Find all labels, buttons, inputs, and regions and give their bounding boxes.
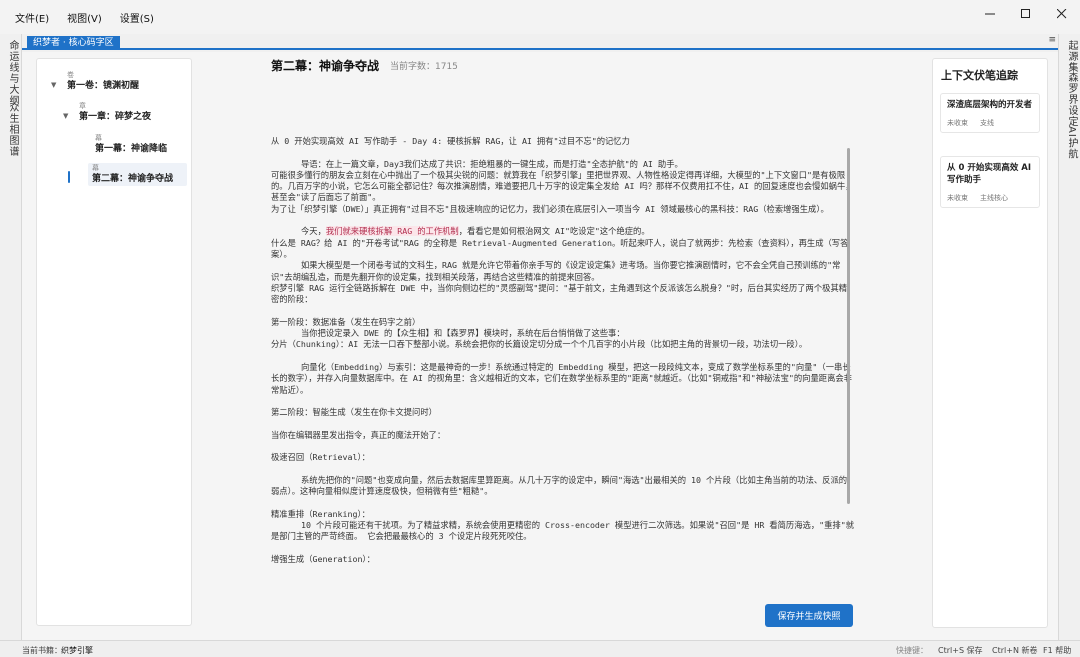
menu-file[interactable]: 文件(E) <box>15 8 49 27</box>
outline-panel: ▼ 卷 第一卷：镜渊初醒 ▼ 章 第一章：碎梦之夜 幕 第一幕：神谕降临 幕 第… <box>36 58 192 626</box>
dock-tab-origins[interactable]: 起源集 <box>1064 40 1079 73</box>
card-type: 主线核心 <box>980 194 1008 202</box>
tab-strip: 织梦者 · 核心码字区 ≡ <box>22 34 1058 50</box>
node-kind: 幕 <box>92 164 99 172</box>
minimize-button[interactable] <box>972 0 1008 28</box>
text-paragraph <box>271 147 854 158</box>
text-run: ，看看它是如何根治网文 AI"吃设定"这个绝症的。 <box>458 226 650 237</box>
text-run: 今天， <box>271 226 326 237</box>
text-paragraph <box>271 543 854 554</box>
editor-scrollbar[interactable] <box>847 148 850 504</box>
workspace: ▼ 卷 第一卷：镜渊初醒 ▼ 章 第一章：碎梦之夜 幕 第一幕：神谕降临 幕 第… <box>22 52 1058 640</box>
card-status: 未收束 <box>947 119 968 127</box>
text-paragraph: 10 个片段可能还有干扰项。为了精益求精，系统会使用更精密的 Cross-enc… <box>271 520 854 542</box>
node-kind: 章 <box>79 102 86 110</box>
collapse-volume-icon[interactable]: ▼ <box>51 81 56 89</box>
outline-scene-2[interactable]: 幕 第二幕：神谕争夺战 <box>88 163 187 186</box>
dock-tab-world[interactable]: 森罗界设定 <box>1064 72 1079 127</box>
foreshadow-card[interactable]: 深渣底层架构的开发者 未收束 支线 <box>940 93 1040 133</box>
close-button[interactable] <box>1044 0 1080 28</box>
card-tags: 未收束 主线核心 <box>947 193 1034 203</box>
text-paragraph: 分片（Chunking）：AI 无法一口吞下整部小说。系统会把你的长篇设定切分成… <box>271 339 808 350</box>
text-paragraph: 精准重排（Reranking）： <box>271 508 370 519</box>
text-paragraph: 为了让「织梦引擎（DWE）」真正拥有"过目不忘"且极速响应的记忆力，我们必须在底… <box>271 203 829 214</box>
text-paragraph: 增强生成（Generation）： <box>271 553 375 564</box>
shortcut-save: Ctrl+S 保存 <box>938 646 983 655</box>
text-paragraph: 系统先把你的"问题"也变成向量，然后去数据库里算距离。从几十万字的设定中，瞬间"… <box>271 474 848 497</box>
text-paragraph: 当你在编辑器里发出指令，真正的魔法开始了： <box>271 429 446 440</box>
outline-chapter[interactable]: 章 第一章：碎梦之夜 <box>79 102 151 123</box>
text-paragraph <box>271 498 854 509</box>
text-paragraph: 极速召回（Retrieval）： <box>271 452 370 463</box>
current-book-label: 当前书籍： <box>22 646 62 655</box>
node-name: 第一章：碎梦之夜 <box>79 112 152 122</box>
text-paragraph <box>271 464 854 475</box>
text-paragraph: 当你把设定录入 DWE 的【众生相】和【森罗界】模块时，系统在后台悄悄做了这些事… <box>271 328 625 339</box>
foreshadow-card[interactable]: 从 0 开始实现高效 AI 写作助手 未收束 主线核心 <box>940 156 1040 208</box>
collapse-chapter-icon[interactable]: ▼ <box>63 112 68 120</box>
text-paragraph: 可能很多懂行的朋友会立刻在心中抛出了一个极其尖锐的问题：就算我在「织梦引擎」里把… <box>271 169 854 203</box>
editor-area: 第二幕：神谕争夺战 当前字数：1715 从 0 开始实现高效 AI 写作助手 -… <box>202 52 928 640</box>
menu-bar: 文件(E) 视图(V) 设置(S) <box>0 8 154 27</box>
chapter-title: 第二幕：神谕争夺战 <box>271 59 380 73</box>
text-paragraph: 导语：在上一篇文章，Day3我们达成了共识：拒绝粗暴的一键生成，而是打造"全态护… <box>271 158 683 169</box>
text-paragraph <box>271 305 854 316</box>
card-title: 深渣底层架构的开发者 <box>947 100 1033 110</box>
context-tracker-panel: 上下文伏笔追踪 深渣底层架构的开发者 未收束 支线 从 0 开始实现高效 AI … <box>932 58 1048 628</box>
text-paragraph: 从 0 开始实现高效 AI 写作助手 - Day 4: 硬核拆解 RAG，让 A… <box>271 136 630 146</box>
dock-tab-characters[interactable]: 众生相图谱 <box>5 102 20 157</box>
word-count: 当前字数：1715 <box>390 62 458 72</box>
shortcut-new: Ctrl+N 新卷 <box>992 646 1038 655</box>
left-dock-rail: 命运线与大纲 众生相图谱 <box>0 34 22 640</box>
node-name: 第一卷：镜渊初醒 <box>67 81 140 91</box>
text-paragraph: 今天，我们就来硬核拆解 RAG 的工作机制，看看它是如何根治网文 AI"吃设定"… <box>271 226 854 237</box>
title-bar: 文件(E) 视图(V) 设置(S) <box>0 0 1080 34</box>
text-paragraph: 如果大模型是一个闭卷考试的文科生，RAG 就是允许它带着你亲手写的《设定设定集》… <box>271 260 841 282</box>
text-paragraph: 织梦引擎 RAG 运行全链路拆解在 DWE 中，当你向侧边栏的"灵感副驾"提问：… <box>271 282 848 305</box>
highlighted-text: 我们就来硬核拆解 RAG 的工作机制 <box>325 226 459 237</box>
tab-core-editor[interactable]: 织梦者 · 核心码字区 <box>27 36 120 50</box>
current-book-name: 织梦引擎 <box>61 646 93 655</box>
text-paragraph <box>271 351 854 362</box>
menu-view[interactable]: 视图(V) <box>67 8 102 27</box>
node-name: 第一幕：神谕降临 <box>95 144 168 154</box>
selection-indicator <box>68 171 70 183</box>
shortcuts-label: 快捷键： <box>896 646 928 655</box>
card-title: 从 0 开始实现高效 AI 写作助手 <box>947 163 1032 185</box>
node-kind: 幕 <box>95 134 102 142</box>
save-snapshot-button[interactable]: 保存并生成快照 <box>765 604 853 627</box>
right-dock-rail: 起源集 森罗界设定 AI护航 <box>1058 34 1080 640</box>
tracker-title: 上下文伏笔追踪 <box>941 69 1018 82</box>
minimize-icon <box>985 13 995 15</box>
dock-tab-ai[interactable]: AI护航 <box>1064 126 1079 160</box>
node-name: 第二幕：神谕争夺战 <box>92 174 174 184</box>
dock-tab-outline[interactable]: 命运线与大纲 <box>5 40 20 106</box>
text-paragraph <box>271 396 854 407</box>
text-paragraph <box>271 215 854 226</box>
outline-volume[interactable]: 卷 第一卷：镜渊初醒 <box>67 71 139 92</box>
shortcut-help: F1 帮助 <box>1043 646 1072 655</box>
maximize-icon <box>1021 9 1030 18</box>
close-icon <box>1057 9 1067 19</box>
card-type: 支线 <box>980 119 994 127</box>
node-kind: 卷 <box>67 71 74 79</box>
text-paragraph: 第二阶段：智能生成（发生在你卡文提问时） <box>271 407 437 418</box>
card-tags: 未收束 支线 <box>947 118 1034 128</box>
status-bar: 当前书籍： 织梦引擎 快捷键： Ctrl+S 保存 Ctrl+N 新卷 F1 帮… <box>0 640 1080 657</box>
card-status: 未收束 <box>947 194 968 202</box>
text-paragraph <box>271 441 854 452</box>
text-paragraph: 向量化（Embedding）与索引：这是最神奇的一步！系统通过特定的 Embed… <box>271 361 852 395</box>
editor-text-area[interactable]: 从 0 开始实现高效 AI 写作助手 - Day 4: 硬核拆解 RAG，让 A… <box>271 136 854 596</box>
window-controls <box>972 0 1080 28</box>
outline-scene-1[interactable]: 幕 第一幕：神谕降临 <box>91 133 171 156</box>
menu-settings[interactable]: 设置(S) <box>120 8 154 27</box>
maximize-button[interactable] <box>1008 0 1044 28</box>
text-paragraph: 第一阶段：数据准备（发生在码字之前） <box>271 316 421 327</box>
text-paragraph: 什么是 RAG？给 AI 的"开卷考试"RAG 的全称是 Retrieval-A… <box>271 237 849 259</box>
tab-menu-icon[interactable]: ≡ <box>1048 35 1056 45</box>
text-paragraph <box>271 418 854 429</box>
